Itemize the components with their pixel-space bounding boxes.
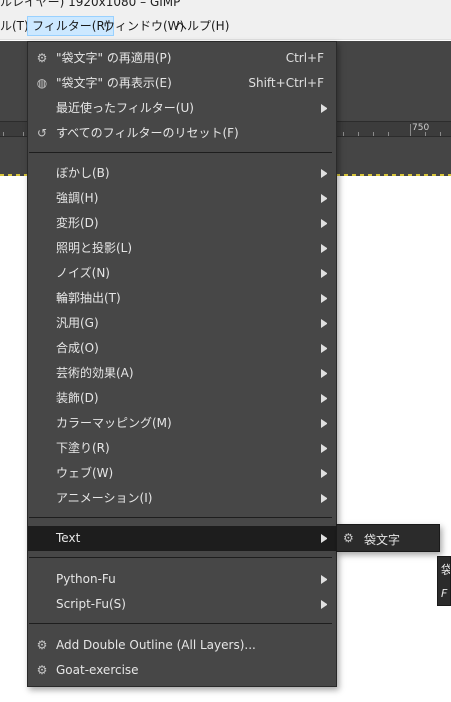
- chevron-right-icon: [321, 469, 327, 478]
- menu-item-decor[interactable]: 装飾(D): [28, 386, 336, 411]
- menu-separator: [29, 623, 332, 624]
- chevron-right-icon: [321, 169, 327, 178]
- menu-item-reapply-filter[interactable]: ⚙ "袋文字" の再適用(P) Ctrl+F: [28, 46, 336, 71]
- reset-icon: ↺: [36, 126, 48, 140]
- filters-menu: ⚙ "袋文字" の再適用(P) Ctrl+F ◍ "袋文字" の再表示(E) S…: [27, 41, 337, 687]
- menu-item-generic[interactable]: 汎用(G): [28, 311, 336, 336]
- menu-item-reshow-filter[interactable]: ◍ "袋文字" の再表示(E) Shift+Ctrl+F: [28, 71, 336, 96]
- text-submenu: ⚙ 袋文字: [336, 524, 440, 552]
- chevron-right-icon: [321, 294, 327, 303]
- chevron-right-icon: [321, 369, 327, 378]
- menu-item-script-fu[interactable]: Script-Fu(S): [28, 592, 336, 617]
- chevron-right-icon: [321, 575, 327, 584]
- chevron-right-icon: [321, 319, 327, 328]
- gear-icon: ⚙: [343, 531, 354, 545]
- chevron-right-icon: [321, 394, 327, 403]
- gear-icon: ⚙: [36, 51, 48, 65]
- menu-item-distorts[interactable]: 変形(D): [28, 211, 336, 236]
- chevron-right-icon: [321, 219, 327, 228]
- chevron-right-icon: [321, 600, 327, 609]
- menu-item-light-shadow[interactable]: 照明と投影(L): [28, 236, 336, 261]
- menu-tools[interactable]: ル(T): [0, 16, 29, 36]
- window-title: ルレイヤー) 1920x1080 – GIMP: [0, 0, 181, 9]
- chevron-right-icon: [321, 194, 327, 203]
- menu-item-enhance[interactable]: 強調(H): [28, 186, 336, 211]
- menu-item-artistic[interactable]: 芸術的効果(A): [28, 361, 336, 386]
- menu-help[interactable]: ヘルプ(H): [175, 16, 229, 36]
- refresh-dialog-icon: ◍: [36, 76, 48, 90]
- menu-item-web[interactable]: ウェブ(W): [28, 461, 336, 486]
- menu-separator: [29, 517, 332, 518]
- menu-item-goat-exercise[interactable]: ⚙ Goat-exercise: [28, 658, 336, 683]
- menu-item-map[interactable]: カラーマッピング(M): [28, 411, 336, 436]
- chevron-right-icon: [321, 419, 327, 428]
- menu-item-recent-filters[interactable]: 最近使ったフィルター(U): [28, 96, 336, 121]
- menu-bar: ル(T) フィルター(R) ウィンドウ(W) ヘルプ(H): [0, 10, 451, 40]
- menu-item-combine[interactable]: 合成(O): [28, 336, 336, 361]
- menu-item-animation[interactable]: アニメーション(I): [28, 486, 336, 511]
- chevron-right-icon: [321, 494, 327, 503]
- chevron-right-icon: [321, 344, 327, 353]
- window-title-bar: ルレイヤー) 1920x1080 – GIMP: [0, 0, 451, 10]
- chevron-right-icon: [321, 444, 327, 453]
- menu-item-python-fu[interactable]: Python-Fu: [28, 567, 336, 592]
- chevron-right-icon: [321, 269, 327, 278]
- gear-icon: ⚙: [36, 638, 48, 652]
- menu-item-text[interactable]: Text: [28, 526, 336, 551]
- menu-windows[interactable]: ウィンドウ(W): [103, 16, 184, 36]
- menu-item-blur[interactable]: ぼかし(B): [28, 161, 336, 186]
- menu-separator: [29, 152, 332, 153]
- chevron-right-icon: [321, 244, 327, 253]
- menu-item-noise[interactable]: ノイズ(N): [28, 261, 336, 286]
- menu-separator: [29, 557, 332, 558]
- menu-item-reset-all-filters[interactable]: ↺ すべてのフィルターのリセット(F): [28, 121, 336, 146]
- ruler-label: 750: [412, 123, 430, 133]
- gear-icon: ⚙: [36, 663, 48, 677]
- menu-filters[interactable]: フィルター(R): [27, 16, 115, 36]
- submenu-item-fukuro-moji[interactable]: 袋文字: [364, 531, 400, 548]
- menu-item-render[interactable]: 下塗り(R): [28, 436, 336, 461]
- chevron-right-icon: [321, 534, 327, 543]
- tooltip: 袋 F: [437, 556, 451, 606]
- menu-item-add-double-outline[interactable]: ⚙ Add Double Outline (All Layers)...: [28, 633, 336, 658]
- menu-item-edge-detect[interactable]: 輪郭抽出(T): [28, 286, 336, 311]
- chevron-right-icon: [321, 104, 327, 113]
